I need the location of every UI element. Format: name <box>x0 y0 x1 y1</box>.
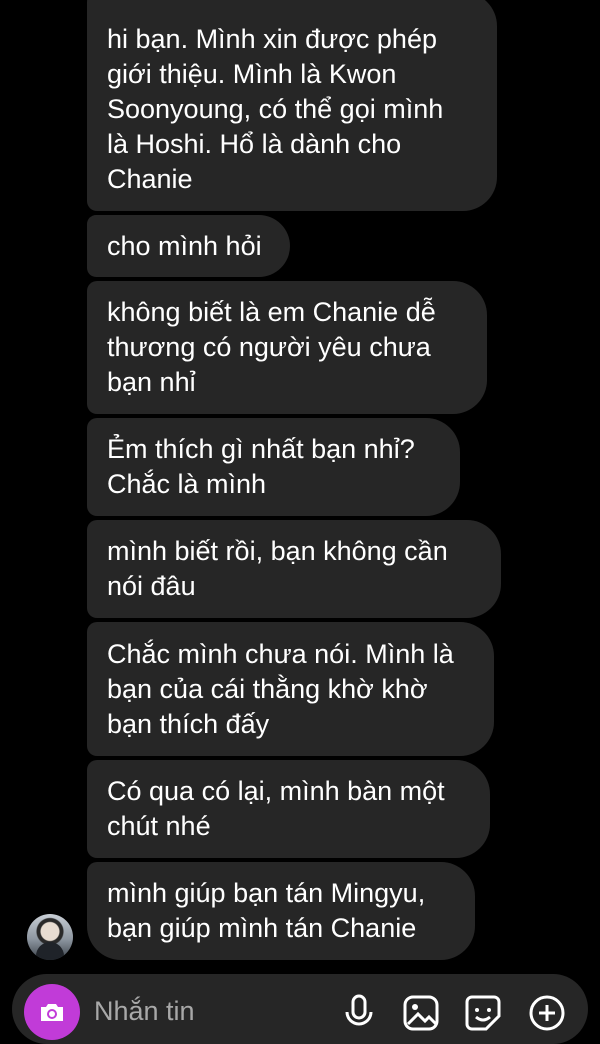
microphone-button[interactable] <box>340 994 378 1032</box>
message-thread: hi bạn. Mình xin được phép giới thiệu. M… <box>0 0 600 970</box>
message-composer: Nhắn tin <box>12 974 588 1044</box>
message-text: không biết là em Chanie dễ thương có ngư… <box>107 297 436 397</box>
message-text: Có qua có lại, mình bàn một chút nhé <box>107 776 445 841</box>
message-text: Ẻm thích gì nhất bạn nhỉ? Chắc là mình <box>107 434 415 499</box>
message-text: hi bạn. Mình xin được phép giới thiệu. M… <box>107 24 444 194</box>
add-icon <box>529 995 565 1031</box>
sticker-icon <box>465 995 501 1031</box>
message-text: cho mình hỏi <box>107 230 262 261</box>
message-bubble[interactable]: Ẻm thích gì nhất bạn nhỉ? Chắc là mình <box>87 418 460 516</box>
add-button[interactable] <box>528 994 566 1032</box>
message-bubble[interactable]: không biết là em Chanie dễ thương có ngư… <box>87 281 487 414</box>
microphone-icon <box>345 994 373 1026</box>
sender-avatar[interactable] <box>27 914 73 960</box>
message-bubble[interactable]: mình biết rồi, bạn không cần nói đâu <box>87 520 501 618</box>
gallery-button[interactable] <box>402 994 440 1032</box>
message-bubble[interactable]: Có qua có lại, mình bàn một chút nhé <box>87 760 490 858</box>
sticker-button[interactable] <box>464 994 502 1032</box>
message-text: mình giúp bạn tán Mingyu, bạn giúp mình … <box>107 878 426 943</box>
message-input[interactable]: Nhắn tin <box>94 994 195 1028</box>
message-bubble[interactable]: Chắc mình chưa nói. Mình là bạn của cái … <box>87 622 494 756</box>
message-bubble[interactable]: mình giúp bạn tán Mingyu, bạn giúp mình … <box>87 862 475 960</box>
message-bubble[interactable]: cho mình hỏi <box>87 215 290 277</box>
message-text: mình biết rồi, bạn không cần nói đâu <box>107 536 448 601</box>
message-text: Chắc mình chưa nói. Mình là bạn của cái … <box>107 638 454 739</box>
camera-icon <box>41 1004 63 1021</box>
message-bubble[interactable]: hi bạn. Mình xin được phép giới thiệu. M… <box>87 0 497 211</box>
gallery-icon <box>403 995 439 1031</box>
camera-button[interactable] <box>24 984 80 1040</box>
